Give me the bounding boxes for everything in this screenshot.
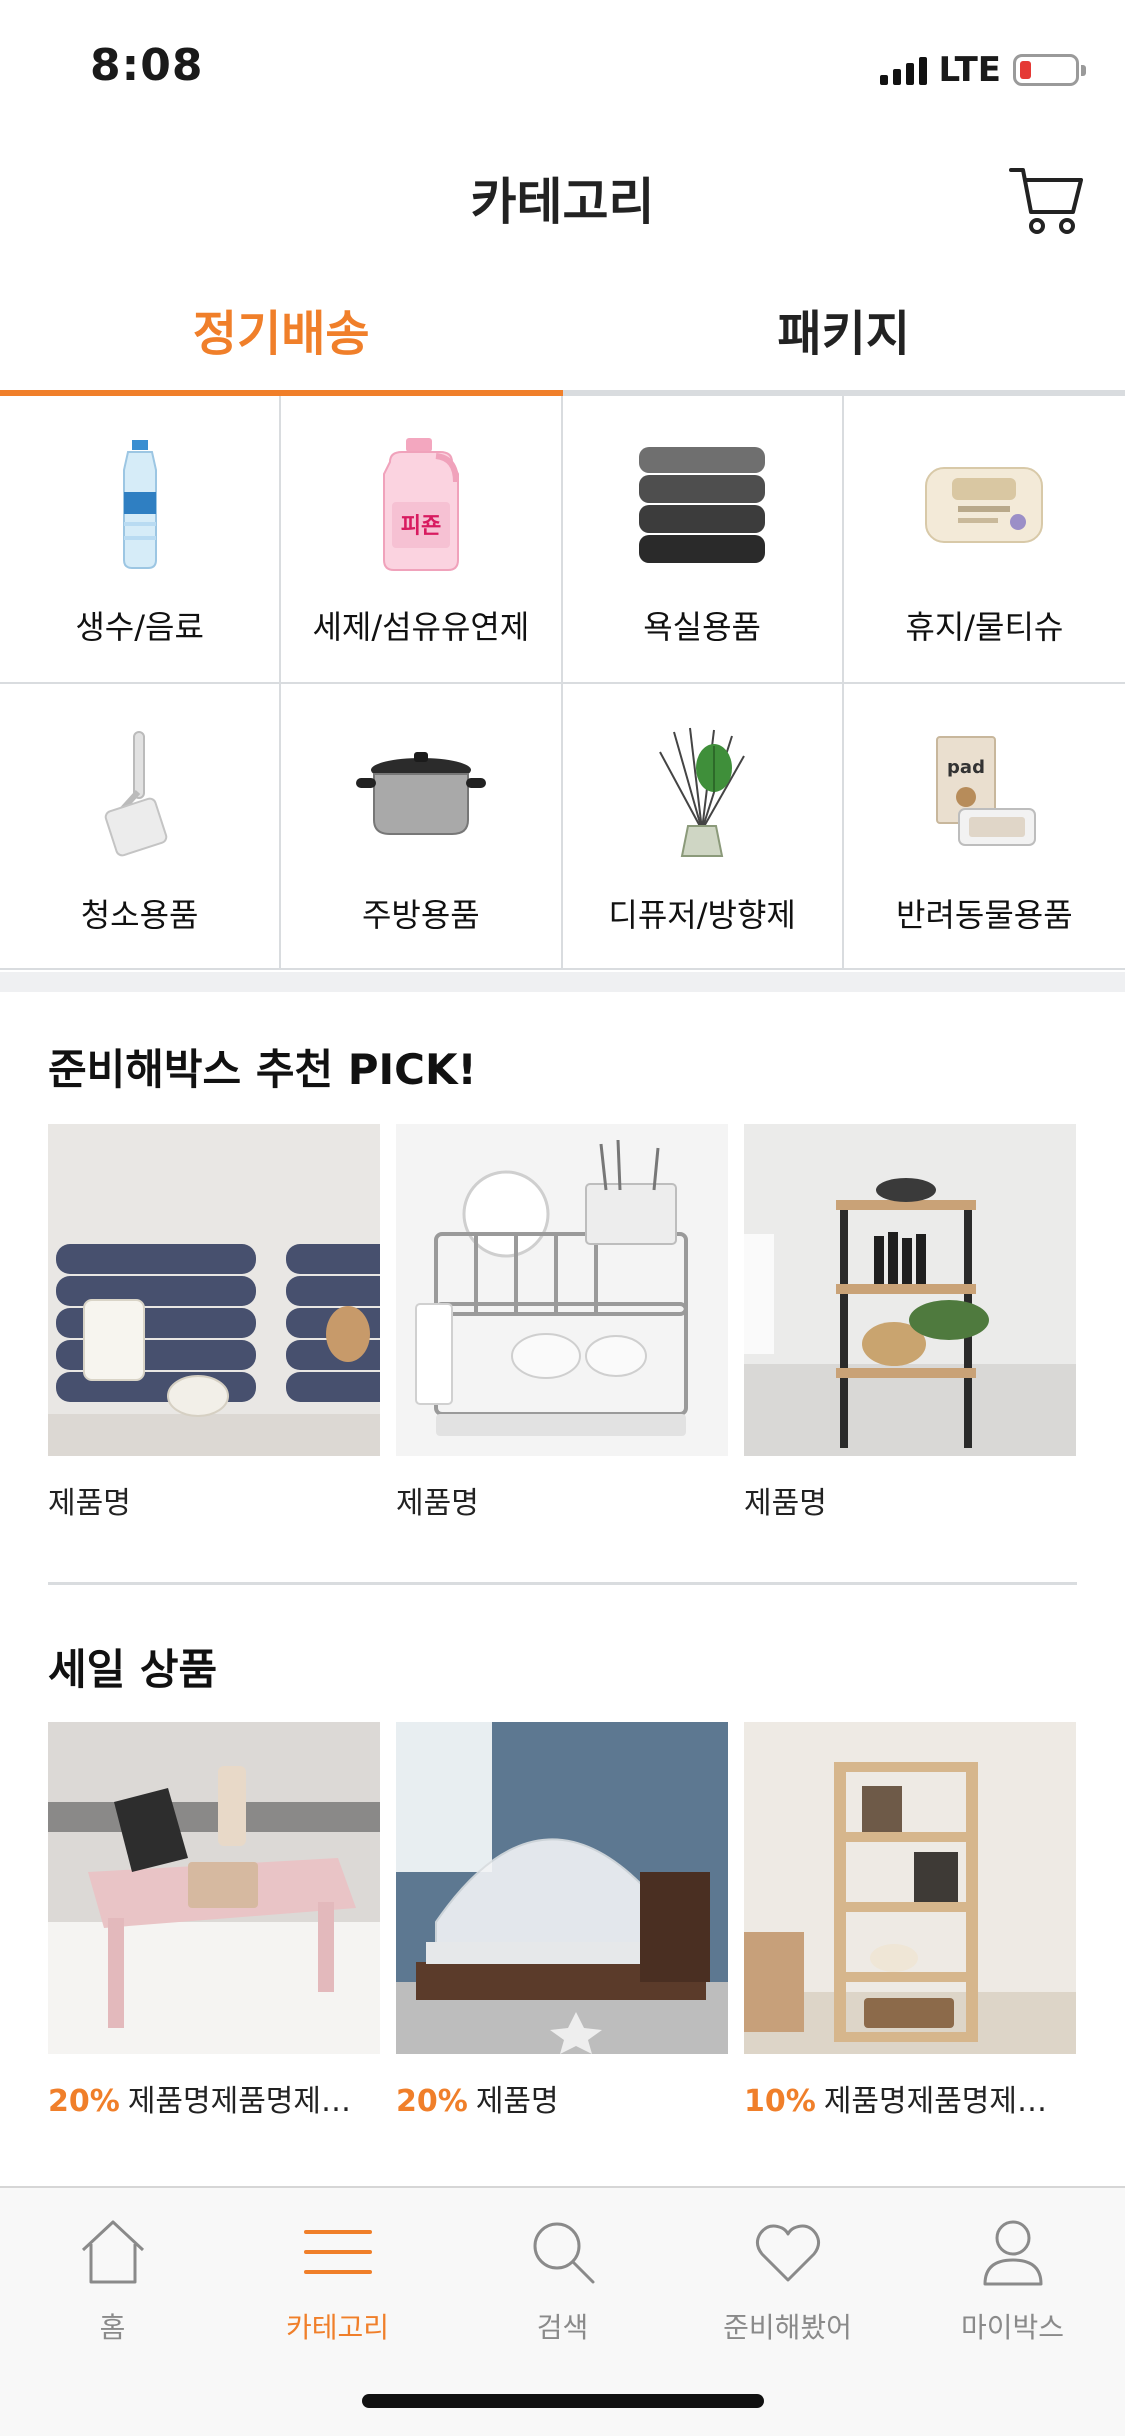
category-grid: 생수/음료 피죤 세제/섬유유연제 욕실용품 휴지/물티슈 청소용품 주방용품 … (0, 396, 1125, 970)
mosquito-net-product-image (396, 1722, 728, 2054)
category-label: 청소용품 (80, 896, 199, 934)
product-name-text: 제품명 (475, 2084, 559, 2119)
category-diffuser[interactable]: 디퓨저/방향제 (562, 684, 844, 970)
detergent-bottle-icon: 피죤 (346, 438, 496, 571)
heart-icon (752, 2216, 824, 2288)
recommend-product-card[interactable]: 제품명 (48, 1124, 380, 1522)
category-pet[interactable]: pad 반려동물용품 (843, 684, 1125, 970)
diffuser-icon (627, 727, 777, 858)
wood-shelf-product-image (744, 1722, 1076, 2054)
wet-wipes-icon (909, 440, 1059, 570)
lap-desk-product-image (48, 1722, 380, 2054)
recommend-section-title: 준비해박스 추천 PICK! (48, 1045, 477, 1094)
nav-label: 카테고리 (285, 2311, 390, 2344)
nav-wishlist[interactable]: 준비해봤어 (675, 2188, 900, 2348)
app-header: 카테고리 (0, 132, 1125, 262)
home-indicator[interactable] (362, 2394, 764, 2408)
nav-category[interactable]: 카테고리 (225, 2188, 450, 2348)
nav-search[interactable]: 검색 (450, 2188, 675, 2348)
category-cleaning[interactable]: 청소용품 (0, 684, 282, 970)
dish-rack-product-image (396, 1124, 728, 1456)
discount-badge: 20% (396, 2084, 468, 2119)
towel-stack-icon (627, 440, 777, 570)
category-bath[interactable]: 욕실용품 (562, 396, 844, 684)
nav-label: 검색 (536, 2311, 589, 2344)
cooking-pot-icon (346, 728, 496, 858)
home-icon (77, 2216, 149, 2288)
product-name: 제품명 (396, 1486, 479, 1521)
towel-product-image (48, 1124, 380, 1456)
category-label: 반려동물용품 (896, 896, 1073, 934)
status-time: 8:08 (90, 40, 204, 91)
status-indicators: LTE (879, 50, 1086, 90)
category-label: 휴지/물티슈 (905, 608, 1064, 646)
product-name: 10% 제품명제품명제… (744, 2076, 1076, 2120)
pet-supplies-icon: pad (909, 728, 1059, 858)
tab-subscription[interactable]: 정기배송 (0, 262, 563, 396)
category-tissue[interactable]: 휴지/물티슈 (843, 396, 1125, 684)
product-name: 제품명 (744, 1486, 827, 1521)
battery-icon (1013, 54, 1086, 86)
product-name: 20% 제품명제품명제… (48, 2076, 380, 2120)
category-detergent[interactable]: 피죤 세제/섬유유연제 (281, 396, 563, 684)
status-bar: 8:08 LTE (0, 0, 1125, 132)
tab-bar: 정기배송 패키지 (0, 262, 1125, 396)
search-icon (527, 2216, 599, 2288)
discount-badge: 10% (744, 2084, 816, 2119)
nav-mybox[interactable]: 마이박스 (900, 2188, 1125, 2348)
category-water[interactable]: 생수/음료 (0, 396, 282, 684)
tab-package[interactable]: 패키지 (563, 262, 1125, 390)
svg-text:pad: pad (947, 757, 985, 778)
nav-label: 마이박스 (960, 2311, 1065, 2344)
product-name: 20% 제품명 (396, 2076, 728, 2120)
sale-section-title: 세일 상품 (48, 1645, 218, 1694)
product-name: 제품명 (48, 1486, 131, 1521)
page-title: 카테고리 (470, 173, 655, 231)
signal-icon (879, 55, 927, 85)
user-icon (977, 2216, 1049, 2288)
svg-text:피죤: 피죤 (401, 514, 441, 539)
discount-badge: 20% (48, 2084, 120, 2119)
network-label: LTE (938, 50, 1001, 90)
section-separator (48, 1582, 1077, 1585)
nav-label: 홈 (99, 2311, 126, 2344)
product-name-text: 제품명제품명제… (823, 2084, 1048, 2119)
category-label: 생수/음료 (75, 608, 204, 646)
category-kitchen[interactable]: 주방용품 (281, 684, 563, 970)
category-label: 욕실용품 (643, 608, 761, 646)
recommend-product-card[interactable]: 제품명 (396, 1124, 728, 1522)
sale-product-card[interactable]: 10% 제품명제품명제… (744, 1722, 1076, 2120)
category-label: 세제/섬유유연제 (312, 608, 530, 646)
nav-label: 준비해봤어 (723, 2311, 852, 2344)
recommend-product-card[interactable]: 제품명 (744, 1124, 1076, 1522)
menu-icon (302, 2216, 374, 2288)
sale-product-card[interactable]: 20% 제품명 (396, 1722, 728, 2120)
nav-home[interactable]: 홈 (0, 2188, 225, 2348)
lint-roller-icon (65, 728, 215, 858)
cart-icon[interactable] (1007, 162, 1087, 238)
category-label: 디퓨저/방향제 (608, 896, 796, 934)
water-bottle-icon (65, 440, 215, 570)
section-divider (0, 972, 1125, 992)
product-name-text: 제품명제품명제… (127, 2084, 352, 2119)
shelf-product-image (744, 1124, 1076, 1456)
sale-product-card[interactable]: 20% 제품명제품명제… (48, 1722, 380, 2120)
category-label: 주방용품 (361, 896, 480, 934)
